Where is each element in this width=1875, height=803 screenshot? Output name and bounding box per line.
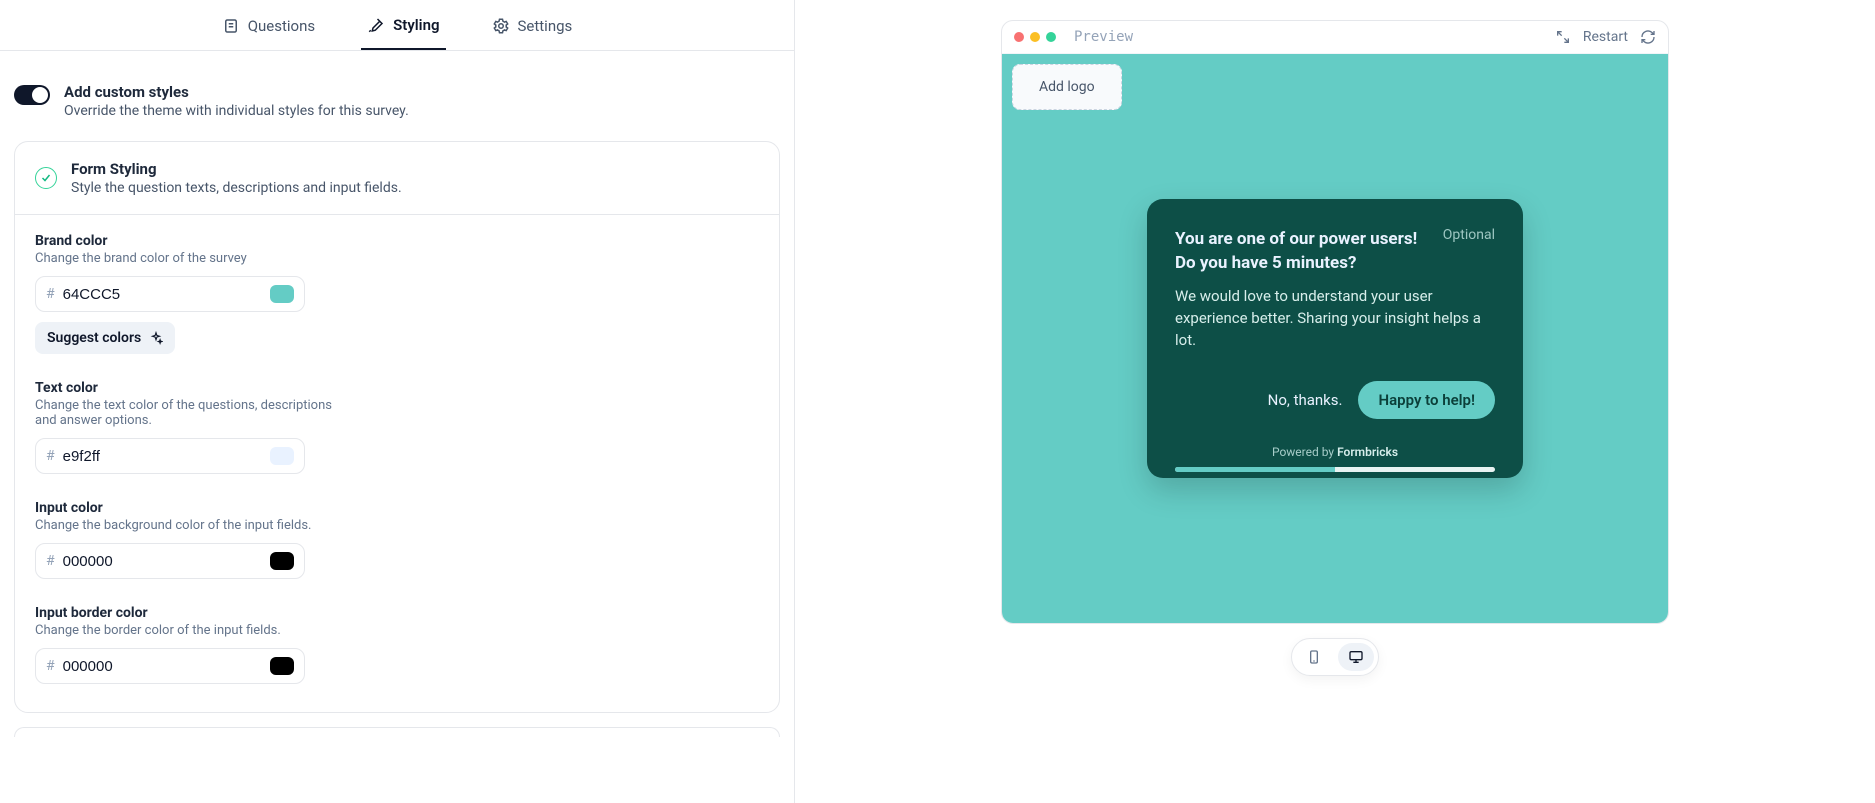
check-icon bbox=[35, 167, 57, 189]
input-color-input[interactable] bbox=[63, 553, 262, 570]
sparkle-icon bbox=[149, 331, 163, 345]
tab-questions[interactable]: Questions bbox=[216, 12, 321, 50]
form-styling-title: Form Styling bbox=[71, 160, 402, 178]
hash-prefix: # bbox=[46, 553, 55, 569]
progress-fill bbox=[1175, 467, 1335, 472]
custom-styles-title: Add custom styles bbox=[64, 83, 409, 101]
window-dots bbox=[1014, 32, 1056, 42]
viewport-switch bbox=[1291, 638, 1379, 676]
close-dot-icon bbox=[1014, 32, 1024, 42]
hash-prefix: # bbox=[46, 658, 55, 674]
input-border-desc: Change the border color of the input fie… bbox=[35, 623, 335, 638]
optional-label: Optional bbox=[1443, 227, 1495, 243]
hash-prefix: # bbox=[46, 448, 55, 464]
powered-brand[interactable]: Formbricks bbox=[1337, 445, 1398, 459]
monitor-icon bbox=[1348, 649, 1364, 665]
happy-button[interactable]: Happy to help! bbox=[1358, 381, 1495, 419]
mobile-view-button[interactable] bbox=[1296, 643, 1332, 671]
brush-icon bbox=[367, 16, 385, 34]
input-border-swatch[interactable] bbox=[270, 657, 294, 675]
text-color-label: Text color bbox=[35, 380, 759, 396]
brand-color-label: Brand color bbox=[35, 233, 759, 249]
suggest-colors-button[interactable]: Suggest colors bbox=[35, 322, 175, 354]
input-border-input[interactable] bbox=[63, 658, 262, 675]
text-color-input-wrap: # bbox=[35, 438, 305, 474]
survey-card: You are one of our power users! Do you h… bbox=[1147, 199, 1523, 479]
tab-label-settings: Settings bbox=[518, 17, 573, 35]
brand-color-desc: Change the brand color of the survey bbox=[35, 251, 335, 266]
gear-icon bbox=[492, 17, 510, 35]
brand-color-input[interactable] bbox=[63, 286, 262, 303]
brand-color-swatch[interactable] bbox=[270, 285, 294, 303]
preview-frame: Preview Restart Add logo You are one of … bbox=[1001, 20, 1669, 624]
tab-settings[interactable]: Settings bbox=[486, 12, 579, 50]
text-color-swatch[interactable] bbox=[270, 447, 294, 465]
restart-button[interactable]: Restart bbox=[1583, 29, 1628, 45]
input-color-label: Input color bbox=[35, 500, 759, 516]
brand-color-input-wrap: # bbox=[35, 276, 305, 312]
input-border-label: Input border color bbox=[35, 605, 759, 621]
input-color-desc: Change the background color of the input… bbox=[35, 518, 335, 533]
expand-icon[interactable] bbox=[1555, 29, 1571, 45]
tabs: Questions Styling Settings bbox=[0, 0, 794, 51]
question-description: We would love to understand your user ex… bbox=[1175, 286, 1495, 351]
question-title: You are one of our power users! Do you h… bbox=[1175, 227, 1427, 276]
refresh-icon[interactable] bbox=[1640, 29, 1656, 45]
minimize-dot-icon bbox=[1030, 32, 1040, 42]
input-border-input-wrap: # bbox=[35, 648, 305, 684]
add-logo-button[interactable]: Add logo bbox=[1012, 64, 1122, 110]
form-styling-desc: Style the question texts, descriptions a… bbox=[71, 180, 402, 196]
tab-styling[interactable]: Styling bbox=[361, 12, 445, 50]
custom-styles-desc: Override the theme with individual style… bbox=[64, 103, 409, 119]
desktop-view-button[interactable] bbox=[1338, 643, 1374, 671]
custom-styles-toggle[interactable] bbox=[14, 85, 50, 105]
suggest-label: Suggest colors bbox=[47, 330, 141, 346]
progress-bar bbox=[1175, 467, 1495, 472]
preview-title: Preview bbox=[1074, 29, 1133, 45]
tab-label-questions: Questions bbox=[248, 17, 315, 35]
no-thanks-button[interactable]: No, thanks. bbox=[1268, 391, 1343, 409]
text-color-input[interactable] bbox=[63, 448, 262, 465]
next-card-peek bbox=[14, 727, 780, 737]
maximize-dot-icon bbox=[1046, 32, 1056, 42]
mobile-icon bbox=[1306, 649, 1322, 665]
document-icon bbox=[222, 17, 240, 35]
text-color-desc: Change the text color of the questions, … bbox=[35, 398, 335, 428]
input-color-swatch[interactable] bbox=[270, 552, 294, 570]
powered-by: Powered by Formbricks bbox=[1175, 445, 1495, 459]
powered-prefix: Powered by bbox=[1272, 445, 1337, 459]
form-styling-card: Form Styling Style the question texts, d… bbox=[14, 141, 780, 713]
tab-label-styling: Styling bbox=[393, 16, 439, 34]
hash-prefix: # bbox=[46, 286, 55, 302]
input-color-input-wrap: # bbox=[35, 543, 305, 579]
